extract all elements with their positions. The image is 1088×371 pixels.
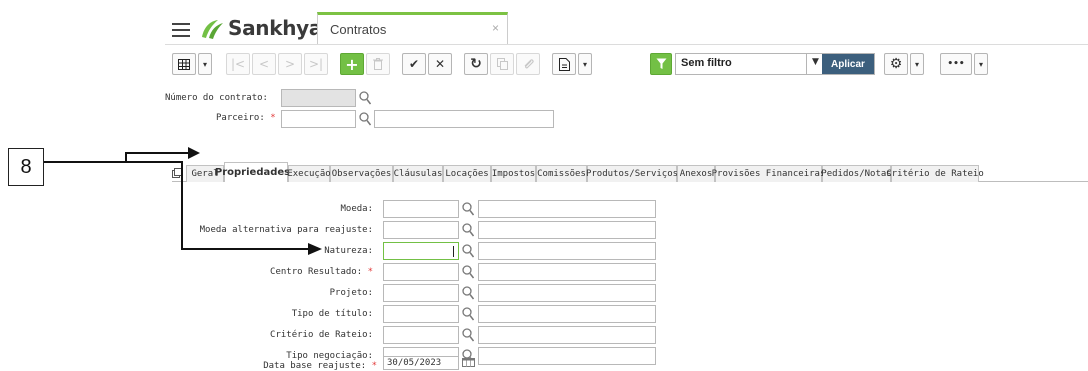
annotation-arrows — [44, 147, 322, 255]
